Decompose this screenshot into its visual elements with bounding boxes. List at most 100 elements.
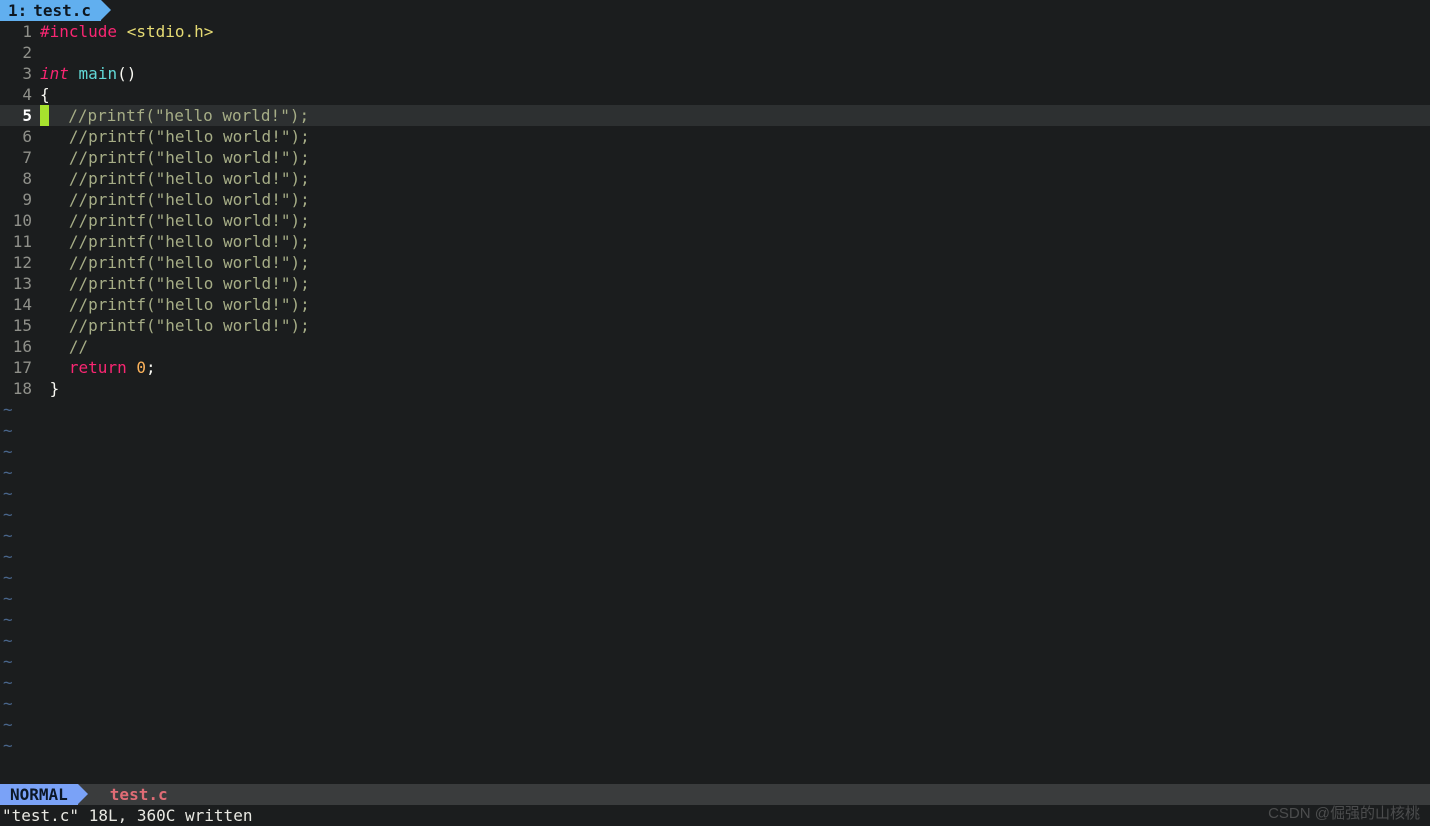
- tilde-icon: ~: [0, 588, 13, 609]
- tilde-icon: ~: [0, 462, 13, 483]
- code-content: //printf("hello world!");: [40, 315, 1430, 336]
- code-line[interactable]: 10 //printf("hello world!");: [0, 210, 1430, 231]
- buffer-tab-filename: test.c: [33, 0, 91, 21]
- code-line[interactable]: 2: [0, 42, 1430, 63]
- code-content: //printf("hello world!");: [40, 168, 1430, 189]
- code-content: //printf("hello world!");: [40, 126, 1430, 147]
- empty-line: ~: [0, 420, 1430, 441]
- empty-line: ~: [0, 588, 1430, 609]
- empty-line: ~: [0, 399, 1430, 420]
- code-line[interactable]: 13 //printf("hello world!");: [0, 273, 1430, 294]
- code-content: //printf("hello world!");: [40, 273, 1430, 294]
- line-number: 13: [0, 273, 40, 294]
- code-line[interactable]: 18 }: [0, 378, 1430, 399]
- code-line[interactable]: 16 //: [0, 336, 1430, 357]
- code-content: //printf("hello world!");: [40, 210, 1430, 231]
- code-line[interactable]: 4{: [0, 84, 1430, 105]
- code-content: #include <stdio.h>: [40, 21, 1430, 42]
- code-area[interactable]: 1#include <stdio.h>23int main()4{5 //pri…: [0, 21, 1430, 784]
- code-line[interactable]: 8 //printf("hello world!");: [0, 168, 1430, 189]
- tab-bar: 1: test.c: [0, 0, 1430, 21]
- code-line[interactable]: 12 //printf("hello world!");: [0, 252, 1430, 273]
- line-number: 1: [0, 21, 40, 42]
- code-line[interactable]: 11 //printf("hello world!");: [0, 231, 1430, 252]
- tilde-icon: ~: [0, 651, 13, 672]
- tilde-icon: ~: [0, 483, 13, 504]
- status-filename: test.c: [88, 784, 168, 805]
- empty-line: ~: [0, 714, 1430, 735]
- code-line[interactable]: 14 //printf("hello world!");: [0, 294, 1430, 315]
- tilde-icon: ~: [0, 525, 13, 546]
- line-number: 4: [0, 84, 40, 105]
- tilde-icon: ~: [0, 630, 13, 651]
- code-line[interactable]: 1#include <stdio.h>: [0, 21, 1430, 42]
- empty-line: ~: [0, 735, 1430, 756]
- empty-line: ~: [0, 630, 1430, 651]
- line-number: 16: [0, 336, 40, 357]
- tilde-icon: ~: [0, 609, 13, 630]
- command-line[interactable]: "test.c" 18L, 360C written: [0, 805, 1430, 826]
- code-content: }: [40, 378, 1430, 399]
- code-content: int main(): [40, 63, 1430, 84]
- line-number: 15: [0, 315, 40, 336]
- code-line[interactable]: 6 //printf("hello world!");: [0, 126, 1430, 147]
- empty-line: ~: [0, 483, 1430, 504]
- code-content: //printf("hello world!");: [40, 147, 1430, 168]
- vim-editor[interactable]: 1: test.c 1#include <stdio.h>23int main(…: [0, 0, 1430, 826]
- code-line[interactable]: 9 //printf("hello world!");: [0, 189, 1430, 210]
- code-line[interactable]: 3int main(): [0, 63, 1430, 84]
- code-line[interactable]: 15 //printf("hello world!");: [0, 315, 1430, 336]
- line-number: 2: [0, 42, 40, 63]
- line-number: 10: [0, 210, 40, 231]
- statusline-separator-icon: [88, 785, 98, 805]
- tilde-icon: ~: [0, 714, 13, 735]
- code-line[interactable]: 17 return 0;: [0, 357, 1430, 378]
- line-number: 7: [0, 147, 40, 168]
- tilde-icon: ~: [0, 546, 13, 567]
- line-number: 14: [0, 294, 40, 315]
- code-content: //printf("hello world!");: [40, 105, 1430, 126]
- buffer-tab-index: 1:: [8, 0, 27, 21]
- line-number: 18: [0, 378, 40, 399]
- line-number: 9: [0, 189, 40, 210]
- empty-line: ~: [0, 567, 1430, 588]
- empty-line: ~: [0, 462, 1430, 483]
- tilde-icon: ~: [0, 504, 13, 525]
- code-line[interactable]: 7 //printf("hello world!");: [0, 147, 1430, 168]
- line-number: 8: [0, 168, 40, 189]
- empty-line: ~: [0, 546, 1430, 567]
- empty-line: ~: [0, 441, 1430, 462]
- line-number: 12: [0, 252, 40, 273]
- line-number: 3: [0, 63, 40, 84]
- empty-line: ~: [0, 525, 1430, 546]
- line-number: 5: [0, 105, 40, 126]
- code-content: //printf("hello world!");: [40, 231, 1430, 252]
- empty-line: ~: [0, 672, 1430, 693]
- status-line: NORMAL test.c: [0, 784, 1430, 805]
- line-number: 11: [0, 231, 40, 252]
- buffer-tab-1[interactable]: 1: test.c: [0, 0, 101, 21]
- code-content: {: [40, 84, 1430, 105]
- code-content: //printf("hello world!");: [40, 294, 1430, 315]
- tilde-icon: ~: [0, 420, 13, 441]
- code-content: return 0;: [40, 357, 1430, 378]
- empty-line: ~: [0, 693, 1430, 714]
- code-line[interactable]: 5 //printf("hello world!");: [0, 105, 1430, 126]
- cursor-icon: [40, 105, 49, 126]
- code-content: [40, 42, 1430, 63]
- code-content: //printf("hello world!");: [40, 189, 1430, 210]
- code-content: //printf("hello world!");: [40, 252, 1430, 273]
- tilde-icon: ~: [0, 693, 13, 714]
- empty-line: ~: [0, 504, 1430, 525]
- tilde-icon: ~: [0, 399, 13, 420]
- code-content: //: [40, 336, 1430, 357]
- empty-line: ~: [0, 609, 1430, 630]
- line-number: 6: [0, 126, 40, 147]
- command-message: "test.c" 18L, 360C written: [2, 805, 252, 826]
- tilde-icon: ~: [0, 672, 13, 693]
- mode-indicator: NORMAL: [0, 784, 78, 805]
- tilde-icon: ~: [0, 567, 13, 588]
- tilde-icon: ~: [0, 441, 13, 462]
- empty-line: ~: [0, 651, 1430, 672]
- tilde-icon: ~: [0, 735, 13, 756]
